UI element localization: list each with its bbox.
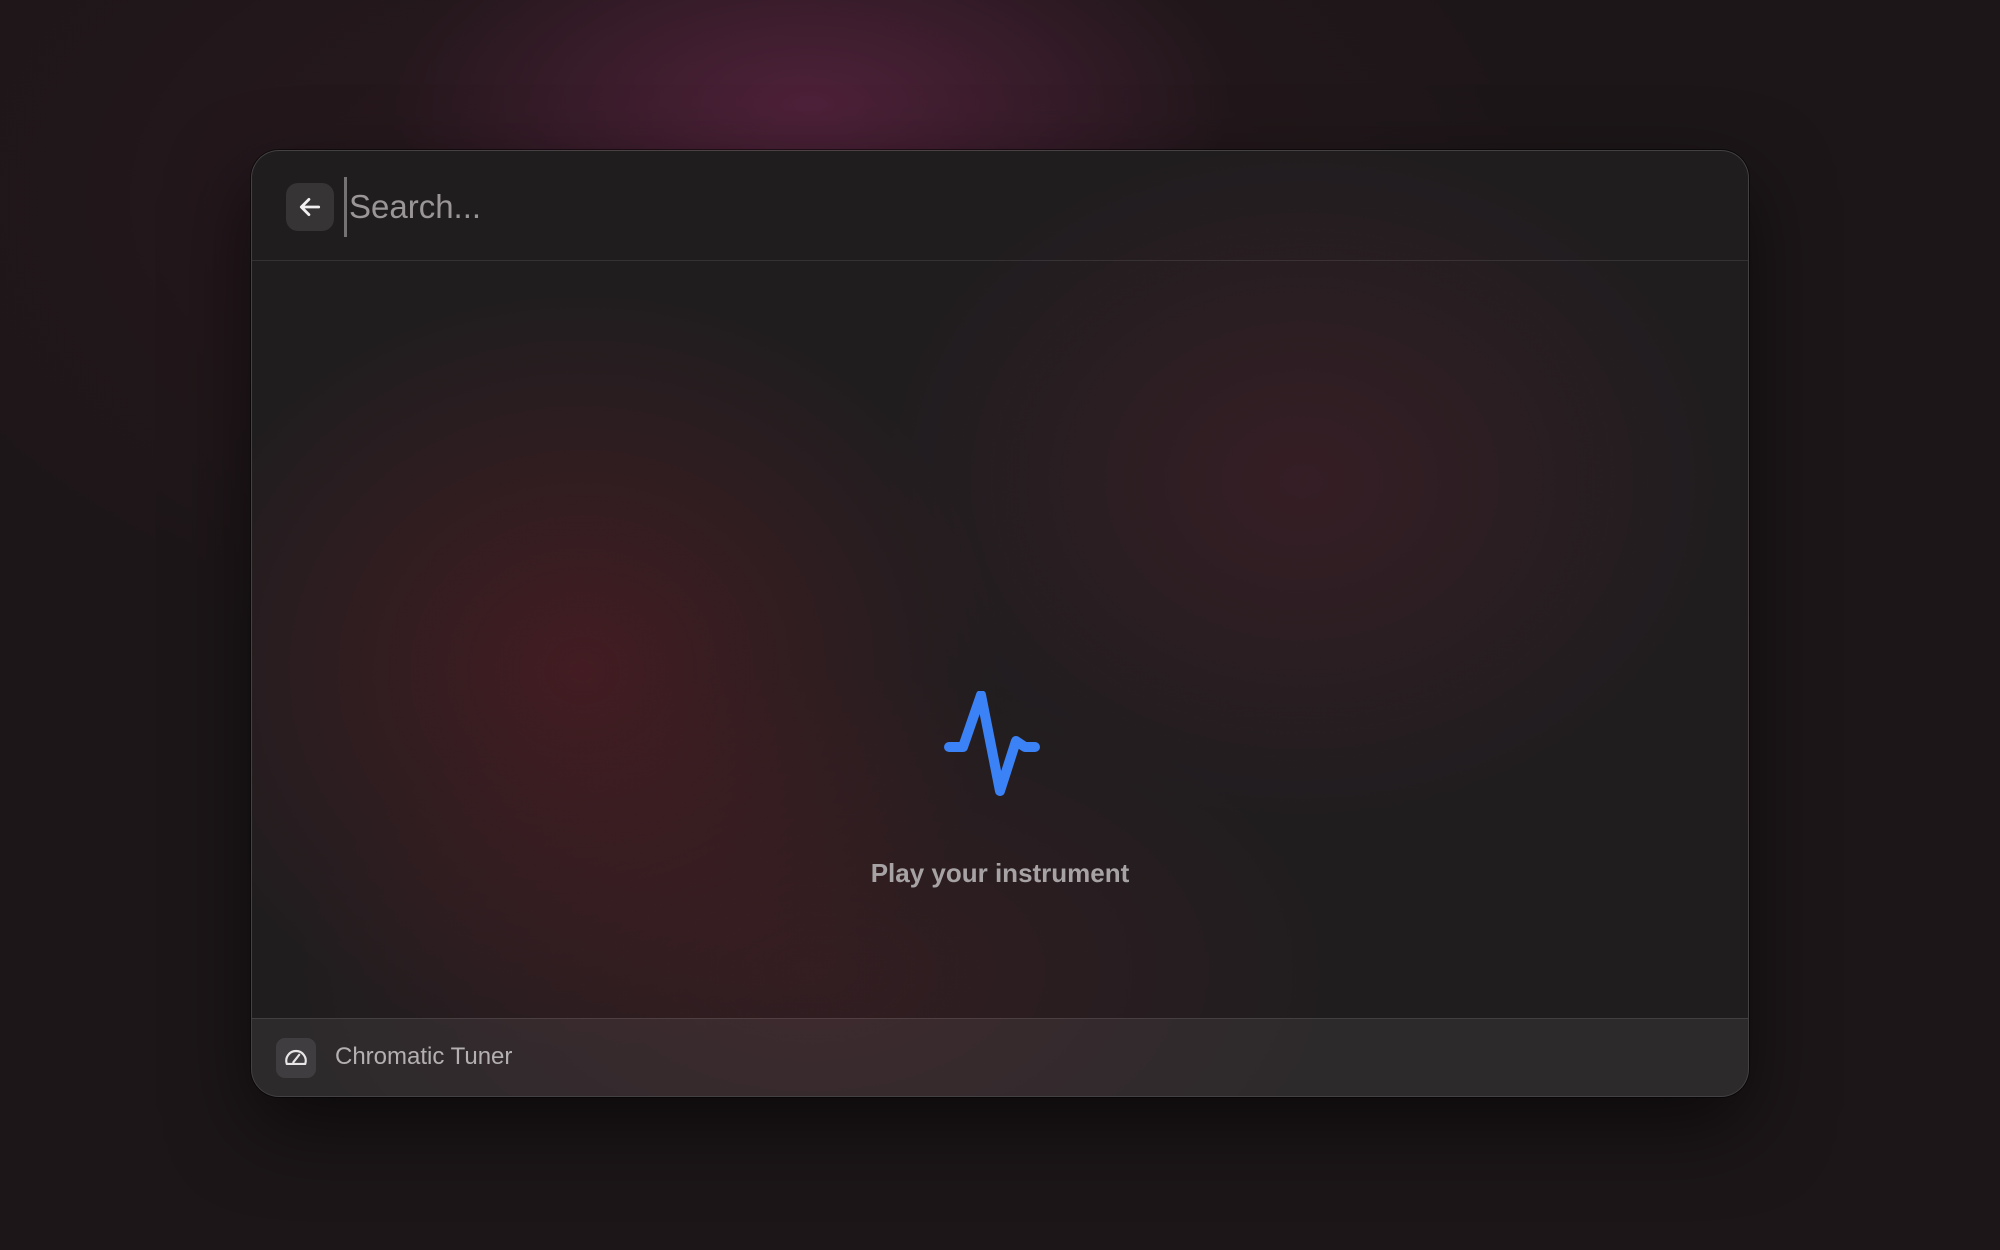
empty-state: Play your instrument: [252, 261, 1748, 1019]
arrow-left-icon: [299, 198, 321, 216]
search-bar: [252, 151, 1748, 261]
empty-state-message: Play your instrument: [870, 858, 1130, 888]
app-icon: [276, 1038, 316, 1078]
back-button[interactable]: [286, 183, 334, 231]
launcher-window: Play your instrument Chromatic Tuner: [251, 150, 1749, 1097]
action-bar: Chromatic Tuner: [252, 1018, 1748, 1096]
search-input[interactable]: [344, 177, 1644, 237]
waveform-pulse-icon: [944, 691, 1040, 796]
app-name: Chromatic Tuner: [335, 1043, 513, 1070]
gauge-icon: [285, 1049, 307, 1066]
